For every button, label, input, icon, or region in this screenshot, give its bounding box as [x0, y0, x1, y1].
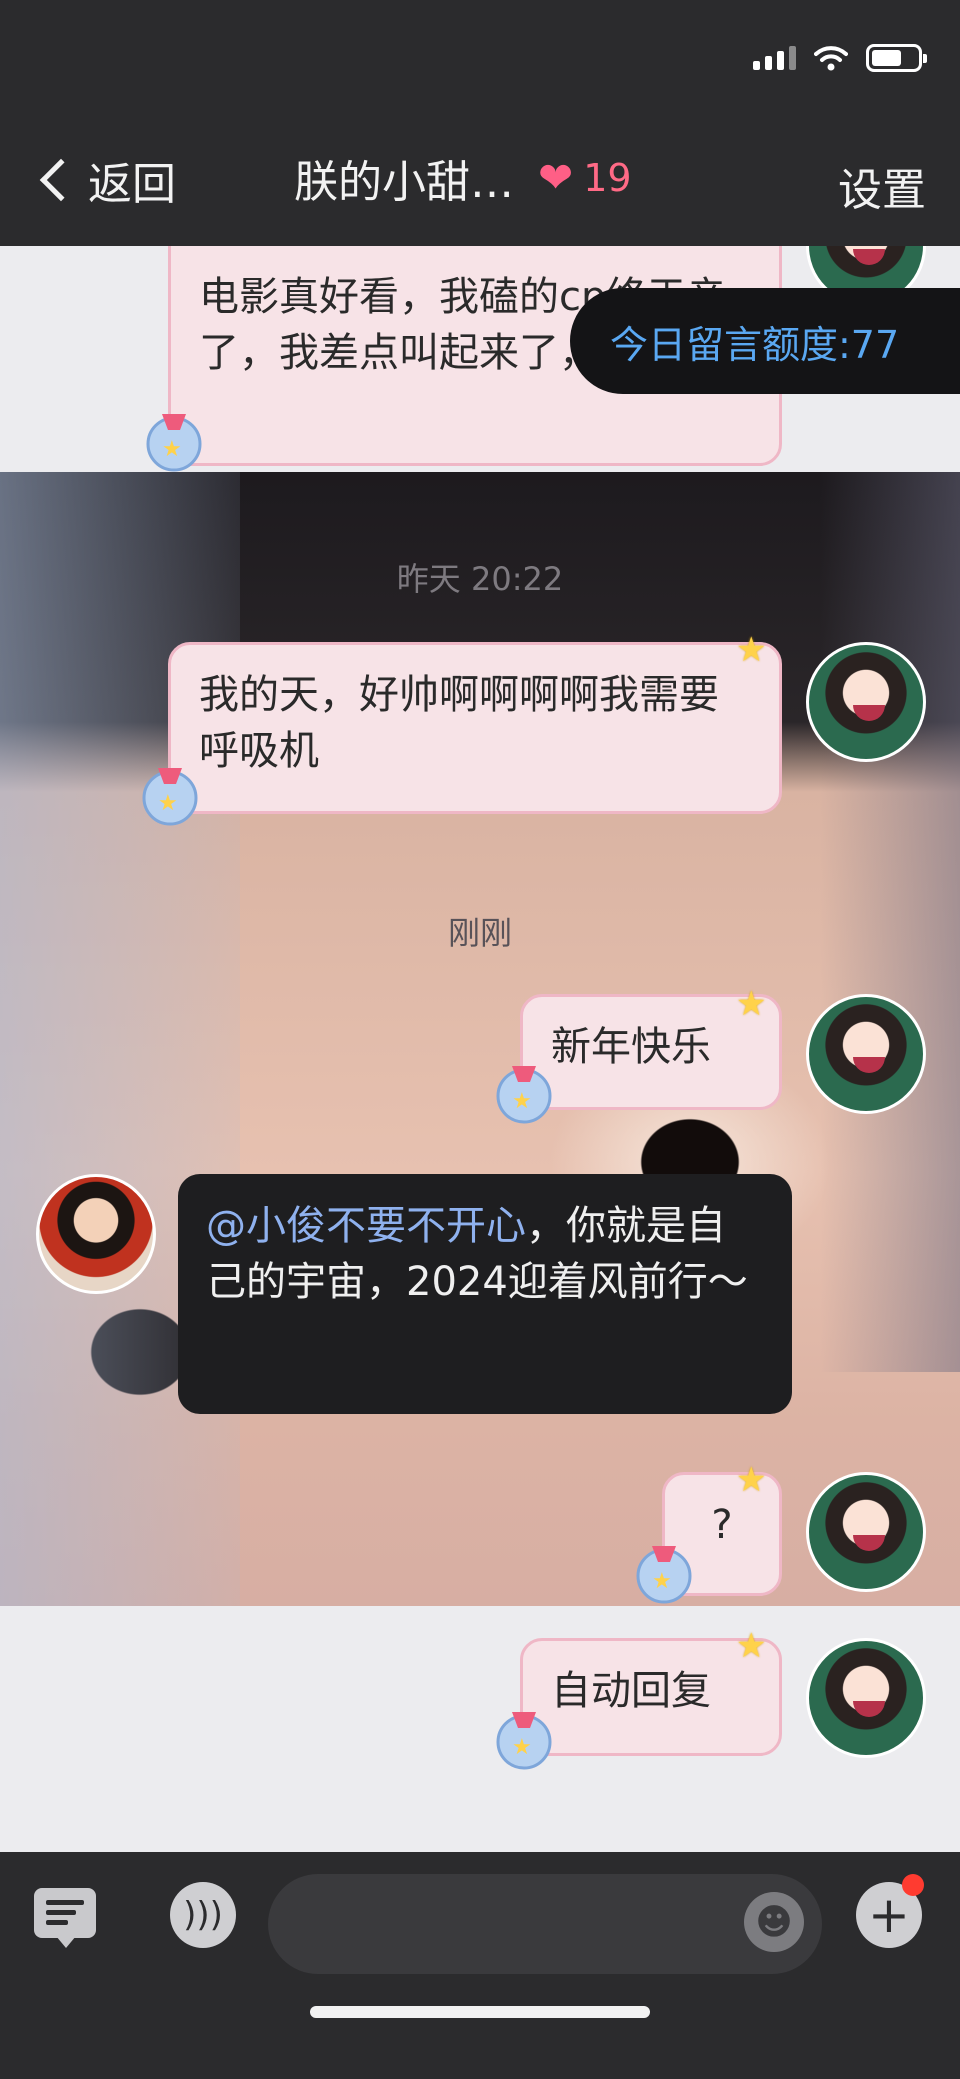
keyboard-icon-tail — [56, 1936, 76, 1948]
svg-text:★: ★ — [512, 1089, 532, 1114]
star-deco: ★ — [736, 1460, 767, 1500]
star-deco: ★ — [736, 630, 767, 670]
avatar[interactable] — [806, 642, 926, 762]
message-bubble[interactable]: @小俊不要不开心，你就是自己的宇宙，2024迎着风前行～ — [178, 1174, 792, 1414]
sticker-deco: ★ — [492, 1702, 556, 1772]
star-deco: ★ — [736, 1626, 767, 1666]
battery-fill — [872, 50, 901, 66]
heart-count: 19 — [583, 156, 632, 200]
chat-title: 朕的小甜… — [294, 157, 514, 208]
sticker-deco: ★ — [142, 404, 206, 474]
quota-text: 今日留言额度:77 — [610, 322, 900, 367]
timestamp: 刚刚 — [447, 914, 512, 952]
battery-icon — [866, 44, 927, 72]
notification-dot — [902, 1874, 924, 1896]
quota-banner: 今日留言额度:77 — [570, 288, 960, 394]
heart-icon: ❤ — [538, 153, 574, 202]
keyboard-icon[interactable] — [34, 1888, 96, 1938]
sender-avatar[interactable] — [36, 1174, 156, 1294]
chat-area[interactable]: 电影真好看，我磕的cp终于亲了，我差点叫起来了，好激动 ★ 今日留言额度:77 … — [0, 246, 960, 1852]
sticker-deco: ★ — [492, 1056, 556, 1126]
back-label: 返回 — [88, 159, 176, 210]
mention-link[interactable]: @小俊不要不开心 — [206, 1203, 526, 1249]
status-icons — [753, 44, 927, 72]
nav-bar: 返回 朕的小甜… ❤ 19 设置 — [0, 140, 960, 224]
input-bar: ))) ☻ + — [0, 1852, 960, 2079]
message-bubble[interactable]: 我的天，好帅啊啊啊啊我需要呼吸机 — [168, 642, 782, 814]
message-text: 我的天，好帅啊啊啊啊我需要呼吸机 — [199, 672, 719, 774]
back-button[interactable]: 返回 — [34, 148, 176, 212]
sticker-deco: ★ — [138, 758, 202, 828]
timestamp: 昨天 20:22 — [396, 560, 564, 598]
settings-button[interactable]: 设置 — [838, 154, 926, 218]
svg-text:★: ★ — [162, 437, 182, 462]
back-chevron-icon — [39, 158, 83, 202]
top-bar: 返回 朕的小甜… ❤ 19 设置 — [0, 0, 960, 246]
message-text: 新年快乐 — [551, 1024, 711, 1070]
emoji-icon[interactable]: ☻ — [744, 1892, 804, 1952]
svg-text:★: ★ — [158, 791, 178, 816]
svg-text:★: ★ — [512, 1735, 532, 1760]
avatar[interactable] — [806, 1638, 926, 1758]
message-text: 自动回复 — [551, 1668, 711, 1714]
sticker-deco: ★ — [632, 1536, 696, 1606]
message-input[interactable] — [268, 1874, 822, 1974]
message-text: ? — [711, 1502, 733, 1548]
avatar[interactable] — [806, 994, 926, 1114]
svg-text:★: ★ — [652, 1569, 672, 1594]
wifi-icon — [814, 46, 848, 71]
avatar[interactable] — [806, 1472, 926, 1592]
chat-title-group[interactable]: 朕的小甜… ❤ 19 — [294, 146, 632, 210]
voice-icon[interactable]: ))) — [170, 1882, 236, 1948]
home-indicator[interactable] — [310, 2006, 650, 2018]
signal-icon — [753, 46, 796, 70]
star-deco: ★ — [736, 984, 767, 1024]
